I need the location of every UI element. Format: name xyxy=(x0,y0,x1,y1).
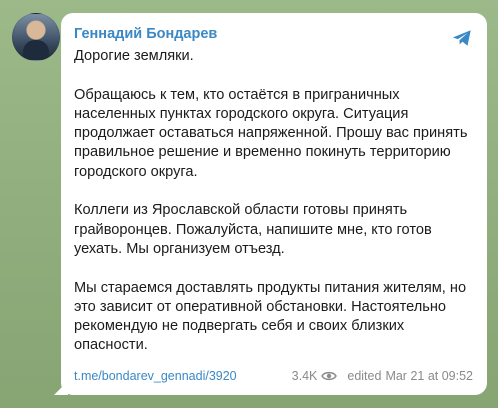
message-paragraph: Дорогие земляки. xyxy=(74,48,194,64)
message-paragraph: Мы стараемся доставлять продукты питания… xyxy=(74,279,467,354)
message-footer: t.me/bondarev_gennadi/3920 3.4K edited M… xyxy=(74,367,473,385)
telegram-plane-icon[interactable] xyxy=(451,27,473,49)
message-meta: 3.4K edited Mar 21 at 09:52 xyxy=(292,369,473,383)
timestamp: Mar 21 at 09:52 xyxy=(385,369,473,383)
avatar[interactable] xyxy=(12,13,60,61)
author-name[interactable]: Геннадий Бондарев xyxy=(74,24,473,44)
message-text: Дорогие земляки. Обращаюсь к тем, кто ос… xyxy=(74,47,473,356)
views-count: 3.4K xyxy=(291,369,318,383)
message-paragraph: Коллеги из Ярославской области готовы пр… xyxy=(74,202,432,257)
eye-icon xyxy=(321,371,338,381)
message-paragraph: Обращаюсь к тем, кто остаётся в приграни… xyxy=(74,86,468,180)
edited-label: edited xyxy=(347,369,382,383)
post-link[interactable]: t.me/bondarev_gennadi/3920 xyxy=(74,369,237,383)
message-bubble: Геннадий Бондарев Дорогие земляки. Обращ… xyxy=(61,13,487,395)
